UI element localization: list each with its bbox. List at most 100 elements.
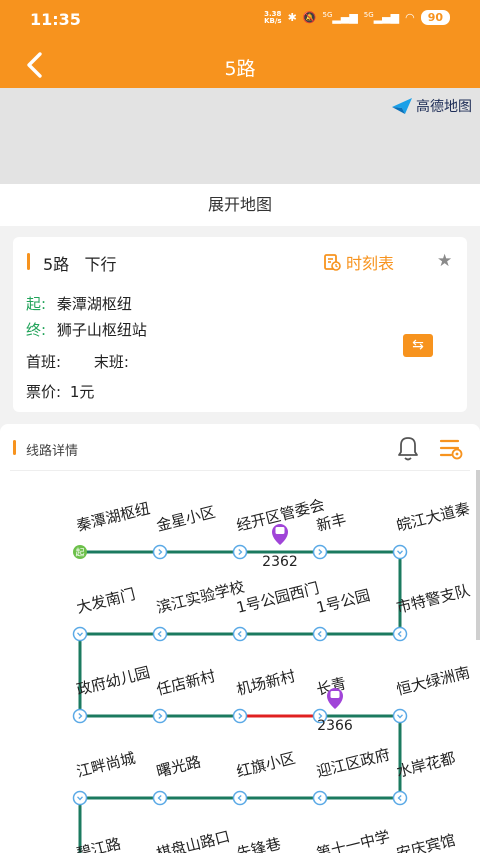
end-label: 终: [26, 321, 47, 339]
timetable-icon [324, 254, 341, 271]
station-item[interactable]: 1号公园 [312, 586, 372, 642]
station-item[interactable]: 政府幼儿园 [72, 663, 152, 724]
bus-plate: 2366 [317, 718, 353, 734]
first-bus-label: 首班: [26, 353, 62, 371]
station-name: 水岸花都 [395, 749, 458, 781]
section-marker [27, 253, 30, 270]
fare-row: 票价: 1元 [26, 381, 94, 402]
station-item[interactable]: 江畔尚城 [72, 749, 138, 806]
station-name: 市特警支队 [395, 581, 472, 617]
bus-marker[interactable]: 2362 [262, 524, 298, 570]
expand-map-button[interactable]: 展开地图 [0, 184, 480, 226]
route-direction: 下行 [84, 255, 117, 274]
station-item[interactable]: 机场新村 [232, 667, 298, 724]
wifi-icon: ◠ [405, 11, 415, 24]
station-item[interactable]: 安庆宾馆 [394, 831, 458, 853]
station-name: 大发南门 [75, 585, 138, 617]
station-name: 安庆宾馆 [395, 831, 458, 853]
start-label: 起: [26, 295, 47, 313]
station-name: 先锋巷 [235, 835, 283, 853]
station-node [392, 544, 408, 560]
station-name: 碧江路 [75, 835, 123, 853]
station-name: 第十一中学 [315, 827, 392, 853]
station-item[interactable]: 皖江大道秦 [392, 499, 472, 560]
station-node [392, 708, 408, 724]
amap-logo-icon [392, 98, 412, 114]
station-item[interactable]: 金星小区 [152, 503, 218, 560]
station-node [72, 626, 88, 642]
station-node [232, 790, 248, 806]
timetable-label: 时刻表 [346, 254, 395, 273]
station-name: 迎江区政府 [315, 745, 392, 781]
mute-icon: 🔕 [302, 11, 317, 24]
station-name: 1号公园 [315, 586, 372, 617]
station-item[interactable]: 第十一中学 [314, 827, 392, 853]
station-name: 1号公园西门 [235, 579, 321, 617]
map-preview[interactable]: 高德地图 [0, 88, 480, 184]
route-title: 5路 下行 [43, 251, 116, 275]
station-item[interactable]: 先锋巷 [234, 835, 283, 853]
map-logo: 高德地图 [391, 96, 472, 116]
station-node [312, 544, 328, 560]
station-item[interactable]: 起秦潭湖枢纽 [73, 499, 152, 559]
station-node [312, 626, 328, 642]
station-item[interactable]: 1号公园西门 [232, 579, 322, 642]
station-name: 江畔尚城 [75, 749, 138, 781]
station-item[interactable]: 滨江实验学校 [152, 578, 247, 642]
status-icons: 3.38 KB/s ✱ 🔕 5G▂▄▆ 5G▂▄▆ ◠ 90 [264, 10, 450, 25]
start-badge-text: 起 [75, 548, 84, 559]
page-title: 5路 [224, 58, 256, 80]
fare-value: 1元 [69, 383, 95, 401]
station-node [392, 626, 408, 642]
line-detail-panel: 线路详情 起秦潭湖枢纽 金星小区 经开区管委会 新丰 皖江大道秦 市特警支队 1号公园 1号公… [0, 424, 480, 853]
station-node [152, 708, 168, 724]
end-station: 狮子山枢纽站 [56, 321, 147, 339]
route-info-card: 5路 下行 时刻表 ★ 起: 秦潭湖枢纽 终: 狮子山枢纽站 ⇆ 首班: 末班:… [13, 237, 467, 412]
fare-label: 票价: [26, 383, 62, 401]
signal-icon-2: 5G▂▄▆ [363, 11, 400, 24]
station-item[interactable]: 棋盘山路口 [154, 827, 232, 853]
station-name: 金星小区 [155, 503, 218, 535]
favorite-star-icon[interactable]: ★ [437, 251, 452, 271]
start-station: 秦潭湖枢纽 [56, 295, 132, 313]
station-item[interactable]: 水岸花都 [392, 749, 458, 806]
station-name: 任店新村 [155, 667, 218, 699]
start-station-row: 起: 秦潭湖枢纽 [26, 293, 132, 314]
station-node [72, 790, 88, 806]
last-bus-label: 末班: [93, 353, 129, 371]
station-name: 曙光路 [155, 753, 203, 781]
station-node [152, 626, 168, 642]
station-item[interactable]: 大发南门 [72, 585, 138, 642]
bluetooth-icon: ✱ [287, 11, 297, 24]
battery-badge: 90 [420, 10, 450, 25]
signal-icon-1: 5G▂▄▆ [322, 11, 358, 24]
station-node [232, 708, 248, 724]
station-node [152, 544, 168, 560]
station-item[interactable]: 红旗小区 [232, 749, 298, 806]
station-node [232, 544, 248, 560]
bus-glyph [330, 691, 340, 698]
station-name: 红旗小区 [235, 749, 298, 781]
route-diagram: 起秦潭湖枢纽 金星小区 经开区管委会新丰 皖江大道秦市特警支队1号公园1号公园西门滨江… [72, 496, 472, 853]
swap-direction-button[interactable]: ⇆ [403, 334, 433, 357]
station-item[interactable]: 任店新村 [152, 667, 218, 724]
station-node [392, 790, 408, 806]
station-item[interactable]: 迎江区政府 [312, 745, 392, 806]
first-last-bus-row: 首班: 末班: [26, 351, 129, 372]
status-bar: 11:35 3.38 KB/s ✱ 🔕 5G▂▄▆ 5G▂▄▆ ◠ 90 [0, 0, 480, 40]
station-name: 政府幼儿园 [75, 663, 152, 699]
timetable-button[interactable]: 时刻表 [323, 250, 394, 274]
station-item[interactable]: 恒大绿洲南 [392, 663, 472, 724]
station-node [232, 626, 248, 642]
station-node [72, 708, 88, 724]
app-header: 11:35 3.38 KB/s ✱ 🔕 5G▂▄▆ 5G▂▄▆ ◠ 90 5路 [0, 0, 480, 88]
station-name: 皖江大道秦 [395, 499, 472, 535]
station-node [152, 790, 168, 806]
station-name: 棋盘山路口 [155, 827, 232, 853]
station-item[interactable]: 市特警支队 [392, 581, 472, 642]
station-name: 秦潭湖枢纽 [75, 499, 152, 535]
end-station-row: 终: 狮子山枢纽站 [26, 319, 147, 340]
bus-glyph [275, 527, 285, 534]
station-name: 恒大绿洲南 [395, 663, 472, 699]
station-node [312, 790, 328, 806]
